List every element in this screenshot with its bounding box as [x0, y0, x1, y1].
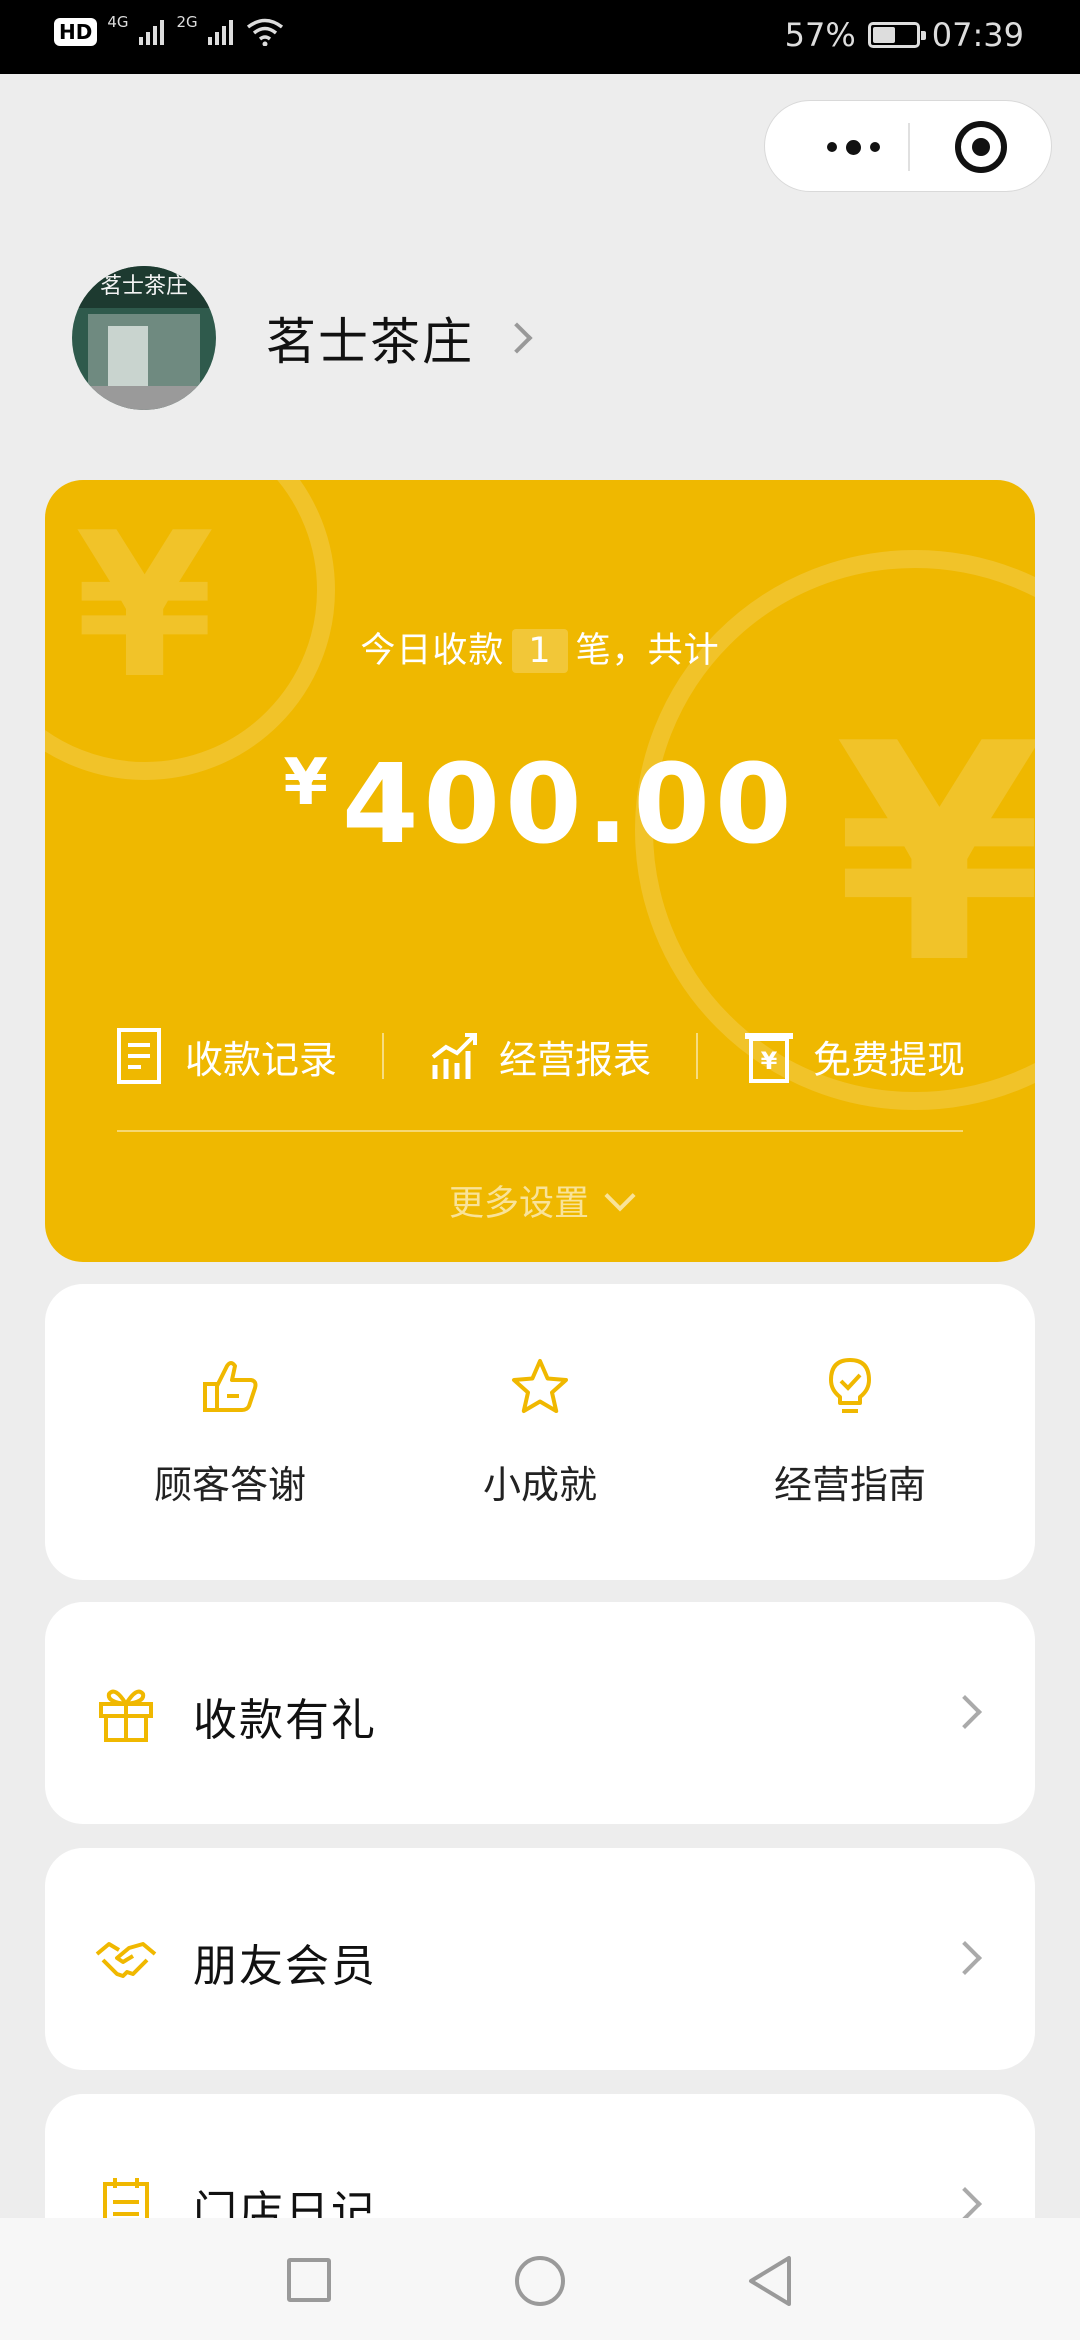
svg-text:¥: ¥: [761, 1047, 778, 1075]
more-dot: [826, 142, 837, 152]
menu-row-friend-members[interactable]: 朋友会员: [45, 1848, 1035, 2070]
card-actions: 收款记录 经营报表 ¥ 免费提现: [115, 1020, 965, 1092]
reports-label: 经营报表: [498, 1037, 651, 1082]
action-divider: [382, 1033, 384, 1079]
menu-row-label: 朋友会员: [193, 1941, 377, 1992]
close-mini-program-button[interactable]: [955, 121, 1007, 173]
thumbs-up-icon: [203, 1361, 258, 1412]
tile-label: 经营指南: [773, 1463, 926, 1507]
amount-value: 400.00: [342, 740, 797, 868]
tile-business-guide[interactable]: 经营指南: [695, 1284, 1005, 1580]
withdraw-button[interactable]: ¥ 免费提现: [743, 1027, 965, 1085]
battery-percent: 57%: [784, 16, 856, 54]
tile-label: 小成就: [482, 1463, 597, 1507]
store-name: 茗士茶庄: [266, 313, 474, 371]
transaction-count: 1: [512, 629, 568, 673]
action-divider: [695, 1033, 698, 1079]
more-dot: [869, 142, 880, 152]
chevron-right-icon: [948, 2187, 982, 2221]
target-icon: [972, 138, 990, 156]
clock: 07:39: [931, 16, 1024, 54]
mini-program-capsule: [764, 100, 1052, 192]
quick-tiles: 顾客答谢 小成就 经营指南: [45, 1284, 1035, 1580]
sim2-network-label: 2G: [176, 13, 198, 31]
yen-watermark: ¥: [75, 490, 215, 723]
withdraw-icon: ¥: [744, 1033, 793, 1083]
more-settings-label: 更多设置: [448, 1184, 589, 1224]
menu-row-label: 收款有礼: [193, 1695, 377, 1746]
summary-suffix: 笔，共计: [575, 631, 720, 671]
star-icon: [512, 1359, 568, 1413]
more-options-button[interactable]: [805, 101, 901, 193]
battery-icon: [867, 22, 926, 48]
receipt-icon: [117, 1028, 161, 1084]
today-summary: 今日收款 1 笔，共计: [45, 622, 1035, 673]
sim1-network-label: 4G: [107, 13, 129, 31]
avatar-floor: [72, 386, 216, 410]
revenue-card: ¥ ¥ 今日收款 1 笔，共计 ¥400.00 收款记录 经营报表 ¥ 免费提现 更…: [45, 480, 1035, 1262]
menu-row-payment-gift[interactable]: 收款有礼: [45, 1602, 1035, 1824]
store-avatar: 茗士茶庄: [72, 266, 216, 410]
back-button[interactable]: [745, 2254, 795, 2308]
chevron-right-icon: [501, 322, 533, 354]
signal-icon: [207, 20, 233, 45]
wifi-icon: [246, 18, 283, 46]
status-bar: HD 4G 2G 57% 07:39: [0, 0, 1080, 74]
tile-achievements[interactable]: 小成就: [385, 1284, 695, 1580]
status-right: 57% 07:39: [785, 16, 1024, 54]
avatar-door: [108, 326, 148, 386]
chevron-down-icon: [604, 1180, 636, 1212]
currency-symbol: ¥: [283, 746, 329, 820]
lightbulb-icon: [829, 1358, 871, 1413]
recent-apps-button[interactable]: [287, 2258, 331, 2302]
hd-badge: HD: [54, 18, 98, 46]
tile-customer-thanks[interactable]: 顾客答谢: [75, 1284, 385, 1580]
chart-icon: [431, 1033, 477, 1079]
home-button[interactable]: [515, 2256, 565, 2306]
chevron-right-icon: [948, 1695, 982, 1729]
tile-label: 顾客答谢: [153, 1463, 306, 1507]
withdraw-label: 免费提现: [812, 1037, 965, 1082]
summary-prefix: 今日收款: [360, 631, 505, 671]
receipts-label: 收款记录: [185, 1037, 338, 1082]
system-nav-bar: [0, 2218, 1080, 2340]
handshake-icon: [95, 1942, 157, 1978]
avatar-sign: 茗士茶庄: [72, 266, 216, 308]
reports-button[interactable]: 经营报表: [429, 1027, 651, 1085]
status-left: HD 4G 2G: [54, 13, 284, 46]
more-dot: [845, 139, 861, 155]
store-header[interactable]: 茗士茶庄 茗士茶庄: [72, 266, 533, 410]
today-amount: ¥400.00: [45, 740, 1035, 868]
card-divider: [117, 1130, 963, 1132]
gift-icon: [99, 1689, 153, 1742]
receipts-button[interactable]: 收款记录: [115, 1027, 337, 1085]
chevron-right-icon: [948, 1941, 982, 1975]
battery-fill: [872, 27, 895, 43]
signal-icon: [138, 20, 164, 45]
capsule-divider: [908, 123, 910, 171]
more-settings-toggle[interactable]: 更多设置: [45, 1175, 1035, 1226]
